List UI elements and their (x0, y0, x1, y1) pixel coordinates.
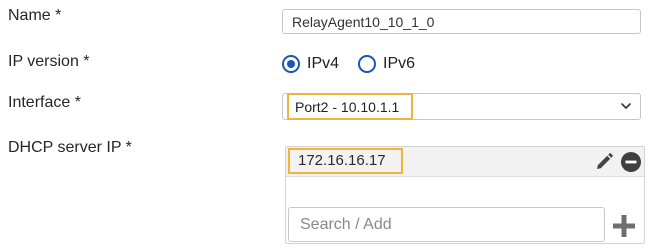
list-item: 172.16.16.17 (286, 147, 644, 177)
search-add-input[interactable] (288, 207, 605, 242)
name-input[interactable] (282, 9, 641, 34)
ipv4-radio[interactable]: IPv4 (282, 55, 339, 73)
chevron-down-icon (621, 103, 631, 109)
ipv6-radio[interactable]: IPv6 (358, 55, 415, 73)
radio-unselected-icon (358, 55, 377, 73)
dhcp-server-list: 172.16.16.17 (285, 146, 645, 244)
dhcp-server-ip: 172.16.16.17 (298, 152, 386, 169)
radio-selected-icon (282, 55, 300, 73)
ipv4-radio-label: IPv4 (307, 55, 340, 72)
interface-label: Interface * (8, 94, 81, 111)
interface-selected-value: Port2 - 10.10.1.1 (295, 99, 400, 115)
plus-icon[interactable] (611, 213, 637, 239)
minus-circle-icon[interactable] (620, 151, 642, 173)
ipv6-radio-label: IPv6 (383, 55, 416, 72)
dhcp-server-label: DHCP server IP * (8, 139, 132, 156)
interface-select[interactable]: Port2 - 10.10.1.1 (282, 93, 641, 120)
name-label: Name * (8, 7, 62, 24)
pencil-icon[interactable] (594, 152, 614, 172)
ip-version-radio-group: IPv4 IPv6 (282, 52, 434, 76)
ip-version-label: IP version * (8, 53, 90, 70)
